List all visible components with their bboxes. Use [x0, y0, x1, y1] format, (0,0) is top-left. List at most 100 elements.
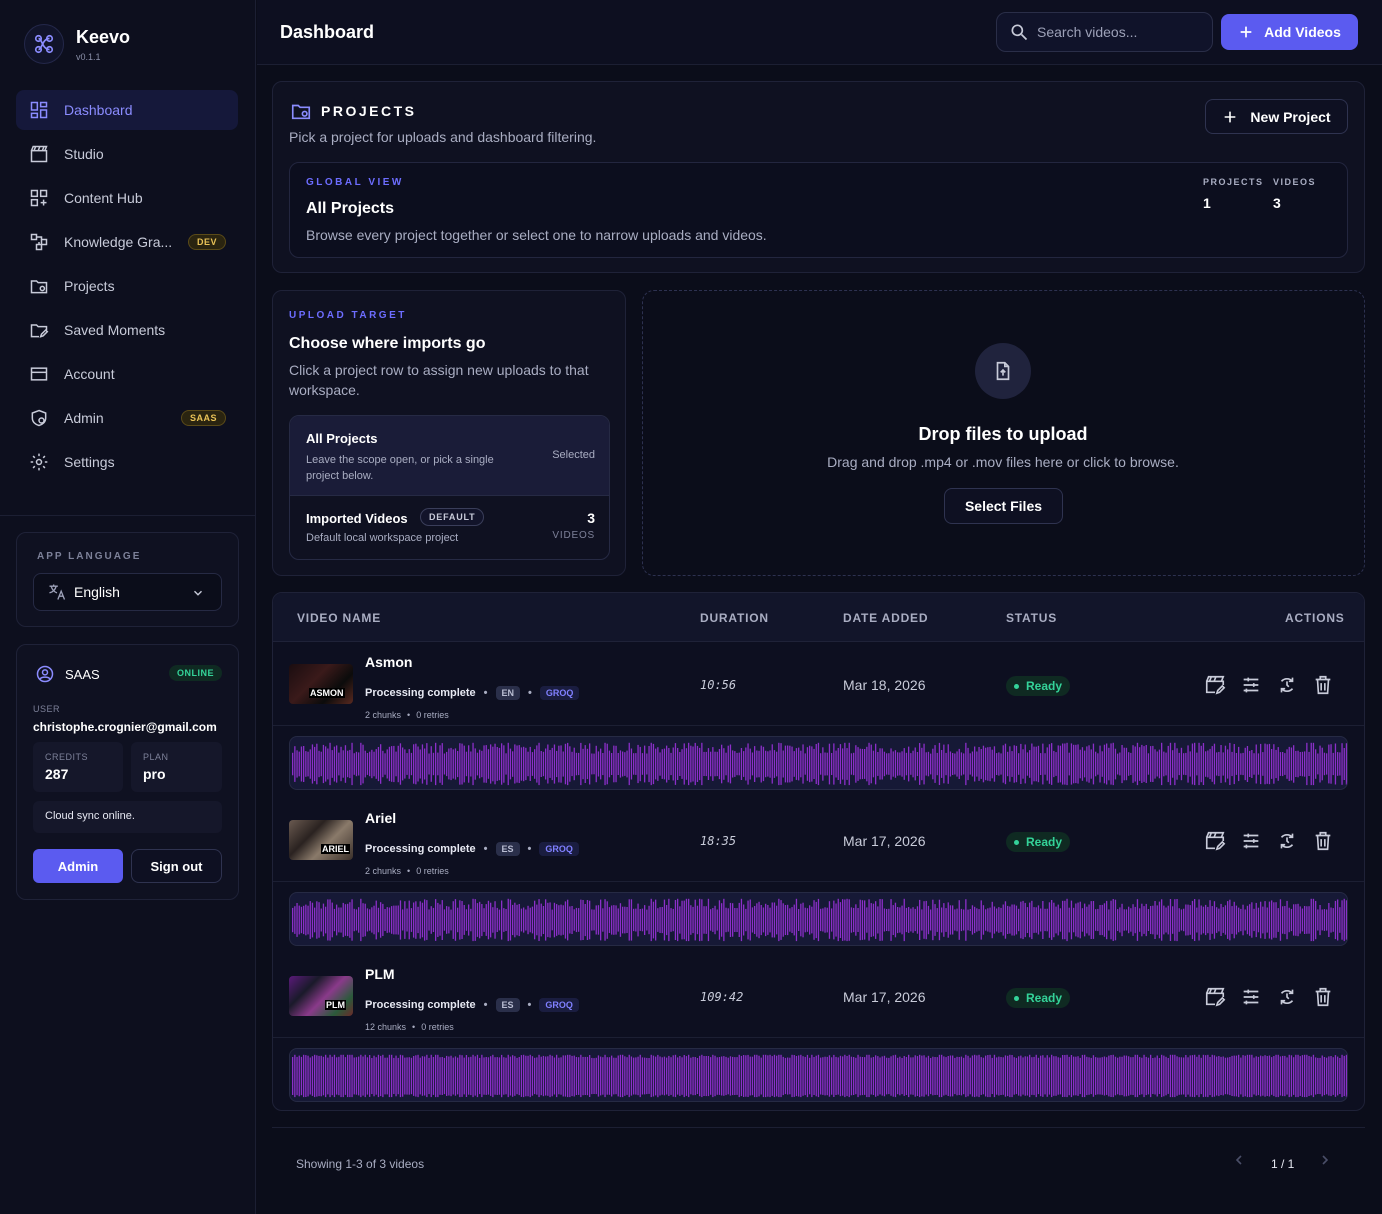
waveform-bar	[474, 1056, 476, 1096]
waveform-bar	[1035, 1054, 1037, 1098]
next-page-icon[interactable]	[1317, 1152, 1333, 1168]
brand[interactable]: Keevo v0.1.1	[24, 24, 130, 64]
waveform-bar	[912, 750, 914, 778]
waveform-bar	[956, 908, 958, 932]
waveform-bar	[419, 1057, 421, 1095]
sliders-icon[interactable]	[1239, 829, 1263, 853]
admin-button[interactable]: Admin	[33, 849, 123, 883]
waveform-bar	[1097, 908, 1099, 932]
waveform-bar	[1216, 752, 1218, 776]
waveform[interactable]	[289, 736, 1348, 790]
waveform-bar	[344, 745, 347, 783]
trash-icon[interactable]	[1311, 829, 1335, 853]
studio-icon[interactable]	[1203, 985, 1227, 1009]
sidebar-item-settings[interactable]: Settings	[16, 442, 238, 482]
waveform-bar	[958, 748, 960, 779]
sidebar-item-projects[interactable]: Projects	[16, 266, 238, 306]
waveform-bar	[1207, 1054, 1209, 1098]
waveform-bar	[738, 1054, 740, 1098]
waveform-bar	[1275, 902, 1277, 938]
waveform-bar	[417, 746, 419, 782]
translate-icon	[46, 582, 68, 602]
sign-out-button[interactable]: Sign out	[131, 849, 222, 883]
waveform-bar	[954, 753, 956, 775]
prev-page-icon[interactable]	[1231, 1152, 1247, 1168]
waveform-bar	[1046, 747, 1048, 781]
sidebar-item-studio[interactable]: Studio	[16, 134, 238, 174]
waveform-bar	[938, 899, 941, 941]
table-row[interactable]: ARIEL Ariel Processing complete • ES • G…	[273, 798, 1364, 882]
waveform-bar	[1150, 746, 1152, 782]
sidebar-item-account[interactable]: Account	[16, 354, 238, 394]
video-thumbnail[interactable]: PLM	[289, 976, 353, 1016]
waveform-bar	[1185, 1055, 1187, 1097]
language-select[interactable]: English	[33, 573, 222, 611]
trash-icon[interactable]	[1311, 985, 1335, 1009]
waveform[interactable]	[289, 892, 1348, 946]
waveform-bar	[1319, 745, 1321, 783]
waveform-bar	[914, 747, 916, 781]
sidebar-item-dashboard[interactable]: Dashboard	[16, 90, 238, 130]
waveform-bar	[406, 908, 408, 932]
waveform-bar	[791, 746, 793, 782]
waveform-bar	[1073, 1056, 1075, 1096]
sidebar-item-content-hub[interactable]: Content Hub	[16, 178, 238, 218]
video-thumbnail[interactable]: ASMON	[289, 664, 353, 704]
waveform-bar	[846, 748, 848, 780]
trash-icon[interactable]	[1311, 673, 1335, 697]
waveform-bar	[540, 751, 542, 777]
waveform-bar	[1194, 742, 1196, 786]
video-thumbnail[interactable]: ARIEL	[289, 820, 353, 860]
sidebar-item-admin[interactable]: Admin SAAS	[16, 398, 238, 438]
language-value: English	[74, 584, 120, 600]
reprocess-icon[interactable]	[1275, 673, 1299, 697]
select-files-button[interactable]: Select Files	[944, 488, 1063, 524]
studio-icon[interactable]	[1203, 829, 1227, 853]
waveform-bar	[989, 746, 991, 782]
reprocess-icon[interactable]	[1275, 829, 1299, 853]
table-row[interactable]: ASMON Asmon Processing complete • EN • G…	[273, 642, 1364, 726]
waveform-bar	[1000, 907, 1002, 933]
waveform[interactable]	[289, 1048, 1348, 1102]
search-input[interactable]: Search videos...	[996, 12, 1213, 52]
table-row[interactable]: PLM PLM Processing complete • ES • GROQ …	[273, 954, 1364, 1038]
waveform-bar	[655, 1056, 657, 1096]
sidebar-item-knowledge-graph[interactable]: Knowledge Gra... DEV	[16, 222, 238, 262]
waveform-bar	[327, 1057, 329, 1095]
waveform-bar	[991, 1057, 993, 1094]
global-view-card[interactable]: GLOBAL VIEW All Projects Browse every pr…	[289, 162, 1348, 258]
reprocess-icon[interactable]	[1275, 985, 1299, 1009]
new-project-button[interactable]: New Project	[1205, 99, 1348, 134]
waveform-bar	[1088, 904, 1090, 936]
waveform-bar	[650, 742, 652, 786]
waveform-bar	[1161, 1054, 1163, 1098]
waveform-bar	[1297, 903, 1299, 937]
waveform-bar	[487, 749, 490, 779]
waveform-bar	[1293, 904, 1295, 936]
drop-zone[interactable]: Drop files to upload Drag and drop .mp4 …	[642, 290, 1365, 576]
gear-icon	[28, 451, 50, 473]
sliders-icon[interactable]	[1239, 985, 1263, 1009]
upload-target-imported[interactable]: Imported Videos DEFAULT Default local wo…	[290, 496, 609, 559]
waveform-bar	[877, 906, 879, 934]
waveform-bar	[459, 1054, 461, 1098]
waveform-bar	[740, 748, 743, 780]
add-videos-button[interactable]: Add Videos	[1221, 14, 1358, 50]
sidebar-item-saved-moments[interactable]: Saved Moments	[16, 310, 238, 350]
waveform-bar	[305, 751, 307, 777]
waveform-bar	[668, 1055, 670, 1096]
waveform-bar	[476, 752, 479, 776]
waveform-bar	[1169, 1054, 1172, 1098]
waveform-bar	[573, 1055, 575, 1097]
sliders-icon[interactable]	[1239, 673, 1263, 697]
waveform-bar	[987, 908, 989, 932]
waveform-bar	[1141, 903, 1143, 937]
waveform-bar	[1304, 1054, 1306, 1098]
studio-icon[interactable]	[1203, 673, 1227, 697]
waveform-bar	[1224, 745, 1227, 783]
upload-target-all[interactable]: All Projects Leave the scope open, or pi…	[290, 416, 609, 496]
waveform-bar	[399, 900, 402, 940]
waveform-bar	[914, 908, 916, 932]
waveform-bar	[1114, 748, 1117, 780]
waveform-bar	[925, 752, 927, 776]
